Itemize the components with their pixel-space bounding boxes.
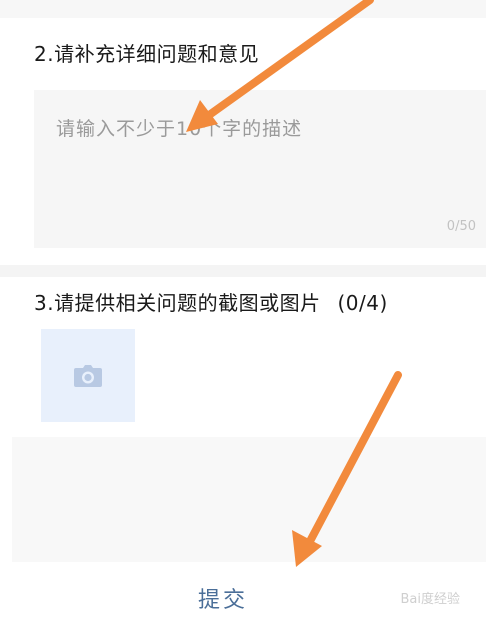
screenshots-count: (0/4) bbox=[337, 291, 388, 315]
submit-label: 提交 bbox=[197, 588, 248, 613]
details-section-title: 2.请补充详细问题和意见 bbox=[34, 38, 259, 67]
baidu-watermark: Bai度经验 bbox=[400, 592, 461, 607]
description-textarea[interactable]: 请输入不少于10个字的描述 0/50 bbox=[34, 90, 486, 248]
screenshots-section-title: 3.请提供相关问题的截图或图片 (0/4) bbox=[34, 287, 388, 316]
add-image-button[interactable] bbox=[41, 329, 135, 422]
camera-icon bbox=[74, 364, 102, 387]
screenshots-title-text: 3.请提供相关问题的截图或图片 bbox=[34, 291, 321, 315]
lower-content-area bbox=[12, 437, 486, 562]
top-strip bbox=[0, 0, 486, 18]
section-divider bbox=[0, 265, 486, 277]
character-counter: 0/50 bbox=[446, 219, 476, 234]
description-placeholder: 请输入不少于10个字的描述 bbox=[56, 118, 303, 140]
details-title-text: 2.请补充详细问题和意见 bbox=[34, 42, 260, 66]
